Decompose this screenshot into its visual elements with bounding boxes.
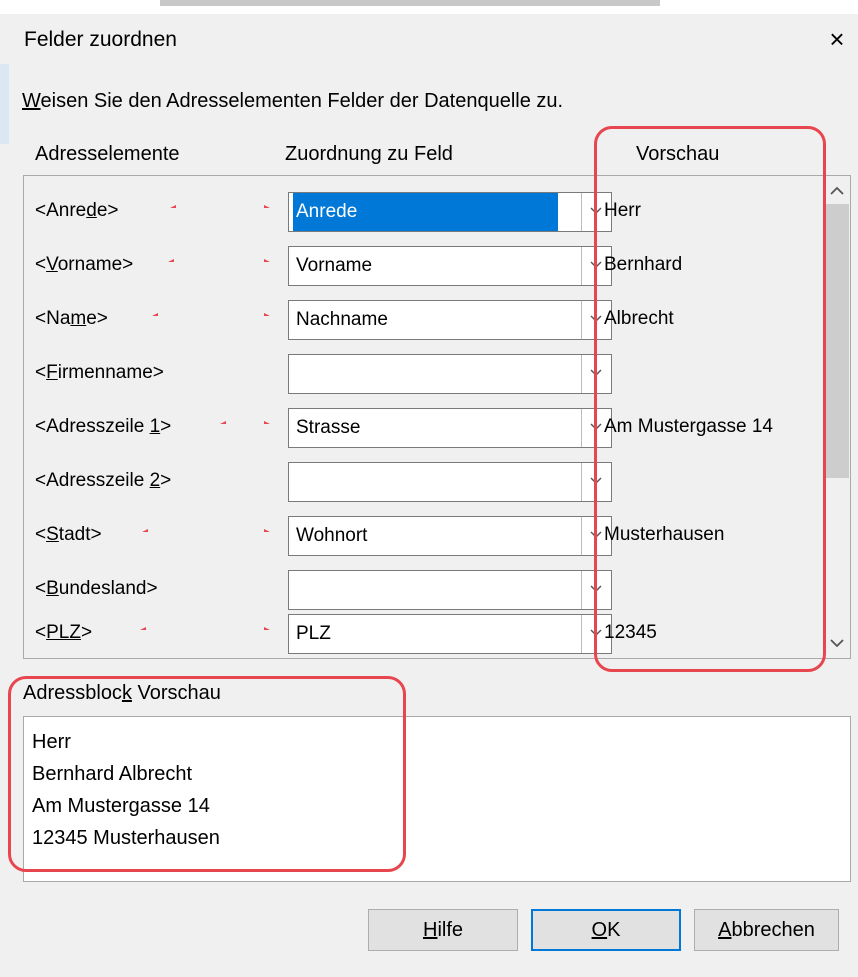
field-select-vorname[interactable]: Vorname	[288, 246, 612, 286]
scroll-up-icon[interactable]	[830, 186, 844, 196]
instruction-text: Weisen Sie den Adresselementen Felder de…	[22, 90, 563, 113]
double-arrow-icon	[220, 421, 270, 424]
double-arrow-icon	[168, 259, 270, 262]
field-select-plz[interactable]: PLZ	[288, 614, 612, 654]
select-value: Anrede	[293, 193, 558, 231]
select-value: Nachname	[296, 309, 388, 330]
field-select-stadt[interactable]: Wohnort	[288, 516, 612, 556]
field-select-firmenname[interactable]	[288, 354, 612, 394]
scrollbar-thumb[interactable]	[825, 204, 849, 478]
help-button[interactable]: Hilfe	[368, 909, 518, 951]
cancel-button[interactable]: Abbrechen	[694, 909, 839, 951]
background-document	[0, 0, 858, 14]
select-value: PLZ	[296, 623, 331, 644]
field-select-adresszeile-1[interactable]: Strasse	[288, 408, 612, 448]
select-value: Strasse	[296, 417, 361, 438]
element-label: <Vorname>	[35, 254, 134, 275]
background-text	[160, 0, 660, 6]
scroll-down-icon[interactable]	[830, 638, 844, 648]
double-arrow-icon	[152, 313, 270, 316]
instruction-accel: W	[22, 90, 41, 112]
field-select-anrede[interactable]: Anrede	[288, 192, 612, 232]
double-arrow-icon	[170, 205, 270, 208]
select-value	[293, 571, 299, 609]
vertical-scrollbar[interactable]	[824, 176, 850, 658]
select-value	[293, 355, 299, 393]
highlight-preview-column	[594, 126, 826, 672]
column-header-elements: Adresselemente	[35, 143, 180, 165]
element-label: <Firmenname>	[35, 362, 164, 383]
ok-button[interactable]: OK	[531, 909, 681, 951]
element-label: <Adresszeile 2>	[35, 470, 172, 491]
select-value: Wohnort	[296, 525, 368, 546]
column-header-mapping: Zuordnung zu Feld	[285, 143, 453, 165]
close-icon[interactable]: ×	[822, 22, 852, 56]
element-label: <PLZ>	[35, 622, 93, 643]
element-label: <Anrede>	[35, 200, 119, 221]
select-value: Vorname	[296, 255, 373, 276]
background-window-edge	[0, 64, 9, 144]
double-arrow-icon	[140, 627, 270, 630]
instruction-rest: eisen Sie den Adresselementen Felder der…	[40, 90, 564, 112]
field-select-adresszeile-2[interactable]	[288, 462, 612, 502]
dialog-title: Felder zuordnen	[24, 28, 177, 51]
field-select-bundesland[interactable]	[288, 570, 612, 610]
element-label: <Stadt>	[35, 524, 102, 545]
element-label: <Adresszeile 1>	[35, 416, 172, 437]
element-label: <Name>	[35, 308, 108, 329]
double-arrow-icon	[142, 529, 270, 532]
highlight-address-block	[8, 676, 406, 872]
select-value	[293, 463, 299, 501]
field-select-name[interactable]: Nachname	[288, 300, 612, 340]
